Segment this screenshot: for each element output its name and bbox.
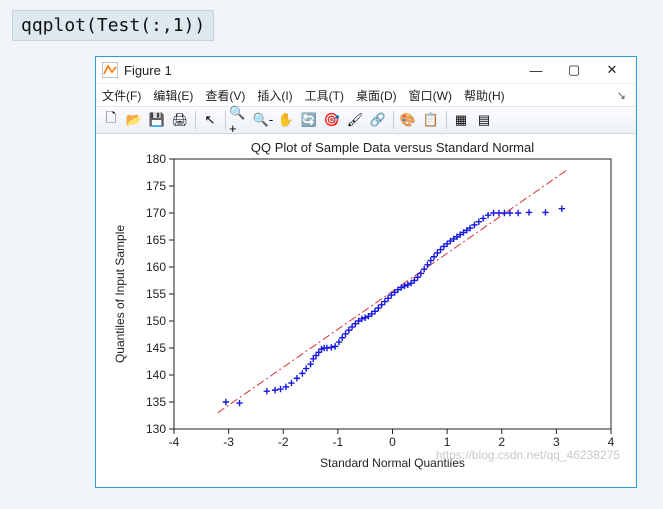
separator: [446, 111, 447, 129]
svg-text:160: 160: [146, 260, 166, 274]
menu-window[interactable]: 窗口(W): [409, 87, 452, 104]
menu-overflow-icon[interactable]: ↘: [617, 89, 630, 102]
svg-text:QQ Plot of Sample Data versus: QQ Plot of Sample Data versus Standard N…: [251, 140, 534, 155]
layout1-icon[interactable]: ▦: [450, 109, 472, 131]
link-icon[interactable]: 🔗: [367, 109, 389, 131]
menu-insert[interactable]: 插入(I): [257, 87, 292, 104]
svg-text:0: 0: [389, 435, 396, 449]
svg-text:170: 170: [146, 206, 166, 220]
data-cursor-icon[interactable]: 🎯: [321, 109, 343, 131]
svg-text:165: 165: [146, 233, 166, 247]
svg-text:130: 130: [146, 422, 166, 436]
minimize-button[interactable]: —: [518, 59, 554, 81]
menu-file[interactable]: 文件(F): [102, 87, 141, 104]
open-icon[interactable]: 📂: [123, 109, 145, 131]
legend-icon[interactable]: 📋: [420, 109, 442, 131]
menu-edit[interactable]: 编辑(E): [153, 87, 193, 104]
svg-text:4: 4: [608, 435, 615, 449]
zoom-out-icon[interactable]: 🔍-: [252, 109, 274, 131]
qq-plot: -4 -3 -2 -1 0 1 2 3 4 130 135 140 145 150 155 160 165 170…: [106, 137, 626, 477]
new-figure-icon[interactable]: 🗋: [100, 109, 122, 131]
svg-text:155: 155: [146, 287, 166, 301]
figure-window: Figure 1 — ▢ ✕ 文件(F) 编辑(E) 查看(V) 插入(I) 工…: [95, 56, 637, 488]
svg-text:180: 180: [146, 152, 166, 166]
cursor-icon[interactable]: ↖: [199, 109, 221, 131]
svg-text:140: 140: [146, 368, 166, 382]
colorbar-icon[interactable]: 🎨: [397, 109, 419, 131]
separator: [393, 111, 394, 129]
svg-text:-3: -3: [223, 435, 234, 449]
brush-icon[interactable]: 🖌: [344, 109, 366, 131]
svg-text:2: 2: [498, 435, 505, 449]
separator: [195, 111, 196, 129]
svg-text:150: 150: [146, 314, 166, 328]
layout2-icon[interactable]: ▤: [473, 109, 495, 131]
matlab-figure-icon: [102, 62, 118, 78]
zoom-in-icon[interactable]: 🔍+: [229, 109, 251, 131]
svg-text:Quantiles of Input Sample: Quantiles of Input Sample: [113, 225, 127, 363]
svg-text:-2: -2: [278, 435, 289, 449]
rotate-icon[interactable]: 🔄: [298, 109, 320, 131]
close-button[interactable]: ✕: [594, 59, 630, 81]
svg-text:-4: -4: [169, 435, 180, 449]
window-controls: — ▢ ✕: [518, 59, 630, 81]
save-icon[interactable]: 💾: [146, 109, 168, 131]
svg-text:1: 1: [444, 435, 451, 449]
menubar: 文件(F) 编辑(E) 查看(V) 插入(I) 工具(T) 桌面(D) 窗口(W…: [96, 83, 636, 106]
print-icon[interactable]: 🖨: [169, 109, 191, 131]
svg-text:175: 175: [146, 179, 166, 193]
svg-text:3: 3: [553, 435, 560, 449]
code-line: qqplot(Test(:,1)): [12, 10, 214, 41]
pan-icon[interactable]: ✋: [275, 109, 297, 131]
svg-text:https://blog.csdn.net/qq_46238: https://blog.csdn.net/qq_46238275: [436, 448, 620, 462]
svg-text:-1: -1: [333, 435, 344, 449]
menu-view[interactable]: 查看(V): [205, 87, 245, 104]
titlebar[interactable]: Figure 1 — ▢ ✕: [96, 57, 636, 83]
separator: [225, 111, 226, 129]
svg-text:145: 145: [146, 341, 166, 355]
window-title: Figure 1: [124, 63, 172, 78]
menu-help[interactable]: 帮助(H): [464, 87, 505, 104]
maximize-button[interactable]: ▢: [556, 59, 592, 81]
menu-desktop[interactable]: 桌面(D): [356, 87, 397, 104]
plot-area[interactable]: -4 -3 -2 -1 0 1 2 3 4 130 135 140 145 150 155 160 165 170…: [106, 137, 626, 477]
svg-text:135: 135: [146, 395, 166, 409]
menu-tools[interactable]: 工具(T): [305, 87, 344, 104]
toolbar: 🗋 📂 💾 🖨 ↖ 🔍+ 🔍- ✋ 🔄 🎯 🖌 🔗 🎨 📋 ▦ ▤: [96, 106, 636, 134]
